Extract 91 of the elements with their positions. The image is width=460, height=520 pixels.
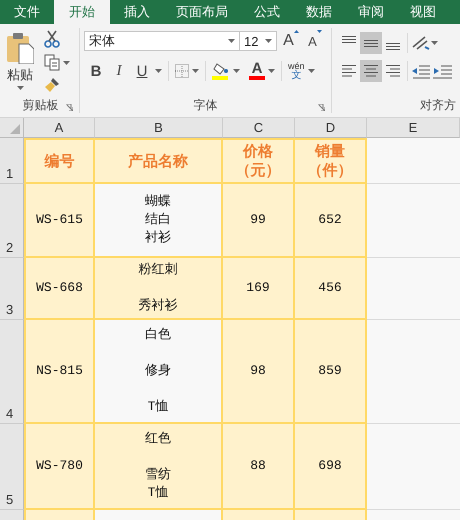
cell-text: 99	[250, 211, 266, 229]
font-color-button[interactable]: A	[249, 60, 265, 82]
column-header[interactable]: A	[24, 118, 95, 138]
up-triangle-icon	[294, 30, 299, 33]
decrease-indent-icon[interactable]	[411, 63, 431, 79]
cell-text: WS-668	[36, 279, 83, 297]
row-header[interactable]: 2	[0, 184, 24, 258]
launcher-icon[interactable]	[66, 104, 73, 111]
column-title: 价格	[243, 142, 273, 161]
lines-icon	[342, 65, 356, 77]
paste-button[interactable]: 粘贴	[6, 28, 34, 97]
fill-color-icon[interactable]	[212, 62, 230, 80]
cell-text: 修身	[145, 362, 171, 380]
column-title: （元）	[236, 161, 280, 180]
caret-icon[interactable]	[233, 69, 240, 73]
align-center-button[interactable]	[360, 60, 382, 82]
group-label: 对齐方	[420, 96, 456, 114]
caret-icon[interactable]	[228, 39, 235, 43]
orientation-icon[interactable]	[411, 35, 431, 51]
cell-text: 456	[318, 279, 342, 297]
ribbon-tab[interactable]: 插入	[112, 0, 162, 24]
column-header[interactable]: B	[95, 118, 223, 138]
ribbon-tab[interactable]: 文件	[2, 0, 52, 24]
row-header[interactable]: 4	[0, 320, 24, 424]
font-name-field[interactable]: 宋体	[84, 31, 240, 51]
cell-text: WS-615	[36, 211, 83, 229]
lines-icon	[386, 65, 400, 77]
lines-icon	[364, 40, 378, 46]
border-icon[interactable]	[175, 64, 189, 78]
clipboard-icon	[6, 32, 34, 64]
cell-text: 白色	[145, 326, 171, 344]
cell-text: 红色	[145, 430, 171, 448]
column-title: 产品名称	[128, 152, 188, 170]
caret-icon[interactable]	[308, 69, 315, 73]
cell-text: 169	[246, 279, 270, 297]
cell-text: 652	[318, 211, 342, 229]
row-header[interactable]: 5	[0, 424, 24, 510]
font-size-field[interactable]: 12	[239, 31, 277, 51]
caret-icon[interactable]	[268, 69, 275, 73]
group-label: 剪贴板	[22, 96, 58, 114]
lines-icon	[386, 43, 400, 50]
cell-text: 结白	[145, 211, 171, 229]
row-header[interactable]: 3	[0, 258, 24, 320]
cell-text: 雪纺	[145, 466, 171, 484]
column-title: （件）	[308, 161, 352, 180]
shrink-font-button[interactable]: A	[305, 30, 325, 52]
caret-icon[interactable]	[265, 39, 272, 43]
italic-button[interactable]: I	[109, 60, 129, 82]
row-header[interactable]: 1	[0, 138, 24, 184]
down-triangle-icon	[316, 30, 322, 33]
cell-text: 88	[250, 457, 266, 475]
caret-icon[interactable]	[155, 69, 162, 73]
cell-text: 衬衫	[145, 229, 171, 247]
lines-icon	[342, 36, 356, 43]
grow-font-button[interactable]: A	[281, 30, 301, 52]
caret-icon[interactable]	[16, 86, 24, 90]
phonetic-button[interactable]: wén 文	[288, 61, 305, 81]
ribbon-tab[interactable]: 数据	[294, 0, 344, 24]
lines-icon	[364, 65, 378, 77]
column-header[interactable]: E	[367, 118, 460, 138]
cell-text: 粉红刺	[138, 261, 178, 279]
cell-text: WS-780	[36, 457, 83, 475]
ribbon-tab[interactable]: 页面布局	[164, 0, 240, 24]
column-title: 编号	[44, 152, 74, 170]
ribbon-tab[interactable]: 视图	[398, 0, 448, 24]
group-label: 字体	[194, 96, 218, 114]
cell-text: NS-815	[36, 362, 83, 380]
bold-button[interactable]: B	[86, 60, 106, 82]
cell-text: T恤	[148, 484, 168, 502]
launcher-icon[interactable]	[318, 104, 325, 111]
column-header[interactable]: C	[223, 118, 295, 138]
align-middle-button[interactable]	[360, 32, 382, 54]
ribbon-tab[interactable]: 公式	[242, 0, 292, 24]
ribbon-tab[interactable]: 审阅	[346, 0, 396, 24]
cell-text: 859	[318, 362, 342, 380]
cell-text: 蝴蝶	[145, 193, 171, 211]
underline-button[interactable]: U	[132, 60, 152, 82]
cell-text: 秀衬衫	[138, 297, 178, 315]
caret-icon[interactable]	[431, 41, 438, 45]
caret-icon[interactable]	[63, 60, 70, 64]
copy-icon[interactable]	[44, 54, 60, 71]
scissors-icon[interactable]	[44, 30, 60, 48]
cell-text: 698	[318, 457, 342, 475]
ribbon-tab[interactable]: 开始	[54, 0, 110, 24]
increase-indent-icon[interactable]	[431, 63, 453, 79]
column-header[interactable]: D	[295, 118, 367, 138]
cell-text: T恤	[148, 398, 168, 416]
column-title: 销量	[315, 142, 345, 161]
caret-icon[interactable]	[192, 69, 199, 73]
cell-text: 98	[250, 362, 266, 380]
brush-icon[interactable]	[44, 77, 60, 93]
